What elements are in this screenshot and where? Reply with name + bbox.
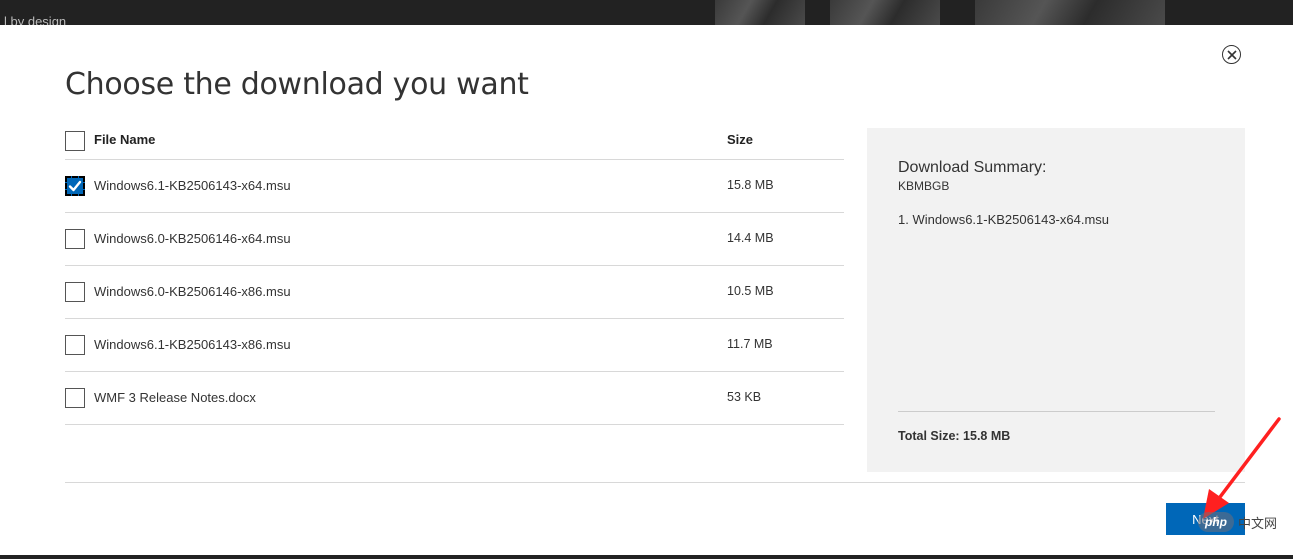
dialog-title: Choose the download you want xyxy=(65,67,529,102)
table-row[interactable]: Windows6.1-KB2506143-x86.msu 11.7 MB xyxy=(65,319,844,372)
summary-divider xyxy=(898,411,1215,412)
file-size: 11.7 MB xyxy=(727,337,773,351)
close-button[interactable] xyxy=(1222,45,1241,64)
row-checkbox[interactable] xyxy=(65,176,85,196)
file-name: WMF 3 Release Notes.docx xyxy=(94,390,256,405)
background-image xyxy=(975,0,1165,25)
file-size: 14.4 MB xyxy=(727,231,774,245)
file-size: 10.5 MB xyxy=(727,284,774,298)
row-checkbox[interactable] xyxy=(65,282,85,302)
table-row[interactable]: WMF 3 Release Notes.docx 53 KB xyxy=(65,372,844,425)
row-checkbox[interactable] xyxy=(65,335,85,355)
footer-divider xyxy=(65,482,1245,483)
background-page-footer xyxy=(0,555,1293,559)
file-name: Windows6.1-KB2506143-x64.msu xyxy=(94,178,291,193)
annotation-arrow-icon xyxy=(1203,417,1281,519)
row-checkbox[interactable] xyxy=(65,388,85,408)
file-table: File Name Size Windows6.1-KB2506143-x64.… xyxy=(65,117,844,425)
watermark: php 中文网 xyxy=(1198,512,1277,532)
row-checkbox[interactable] xyxy=(65,229,85,249)
close-icon xyxy=(1226,49,1237,60)
column-header-size: Size xyxy=(727,132,754,147)
table-header: File Name Size xyxy=(65,117,844,160)
download-summary-panel: Download Summary: KBMBGB 1. Windows6.1-K… xyxy=(867,128,1245,472)
background-page-header: l by design xyxy=(0,0,1293,25)
file-size: 15.8 MB xyxy=(727,178,774,192)
summary-item: 1. Windows6.1-KB2506143-x64.msu xyxy=(898,212,1110,227)
background-image xyxy=(715,0,805,25)
file-name: Windows6.1-KB2506143-x86.msu xyxy=(94,337,291,352)
table-row[interactable]: Windows6.0-KB2506146-x64.msu 14.4 MB xyxy=(65,213,844,266)
select-all-checkbox[interactable] xyxy=(65,131,85,151)
file-name: Windows6.0-KB2506146-x86.msu xyxy=(94,284,291,299)
background-image xyxy=(830,0,940,25)
background-tagline: l by design xyxy=(4,14,67,25)
file-size: 53 KB xyxy=(727,390,762,404)
summary-total-size: Total Size: 15.8 MB xyxy=(898,429,1011,443)
download-dialog: Choose the download you want File Name S… xyxy=(0,25,1293,555)
column-header-file-name: File Name xyxy=(94,132,156,147)
summary-subtitle: KBMBGB xyxy=(898,179,950,193)
summary-title: Download Summary: xyxy=(898,159,1047,176)
table-row[interactable]: Windows6.1-KB2506143-x64.msu 15.8 MB xyxy=(65,160,844,213)
watermark-text: 中文网 xyxy=(1238,515,1278,531)
table-row[interactable]: Windows6.0-KB2506146-x86.msu 10.5 MB xyxy=(65,266,844,319)
checkmark-icon xyxy=(68,180,82,192)
watermark-logo: php xyxy=(1198,512,1234,532)
file-name: Windows6.0-KB2506146-x64.msu xyxy=(94,231,291,246)
